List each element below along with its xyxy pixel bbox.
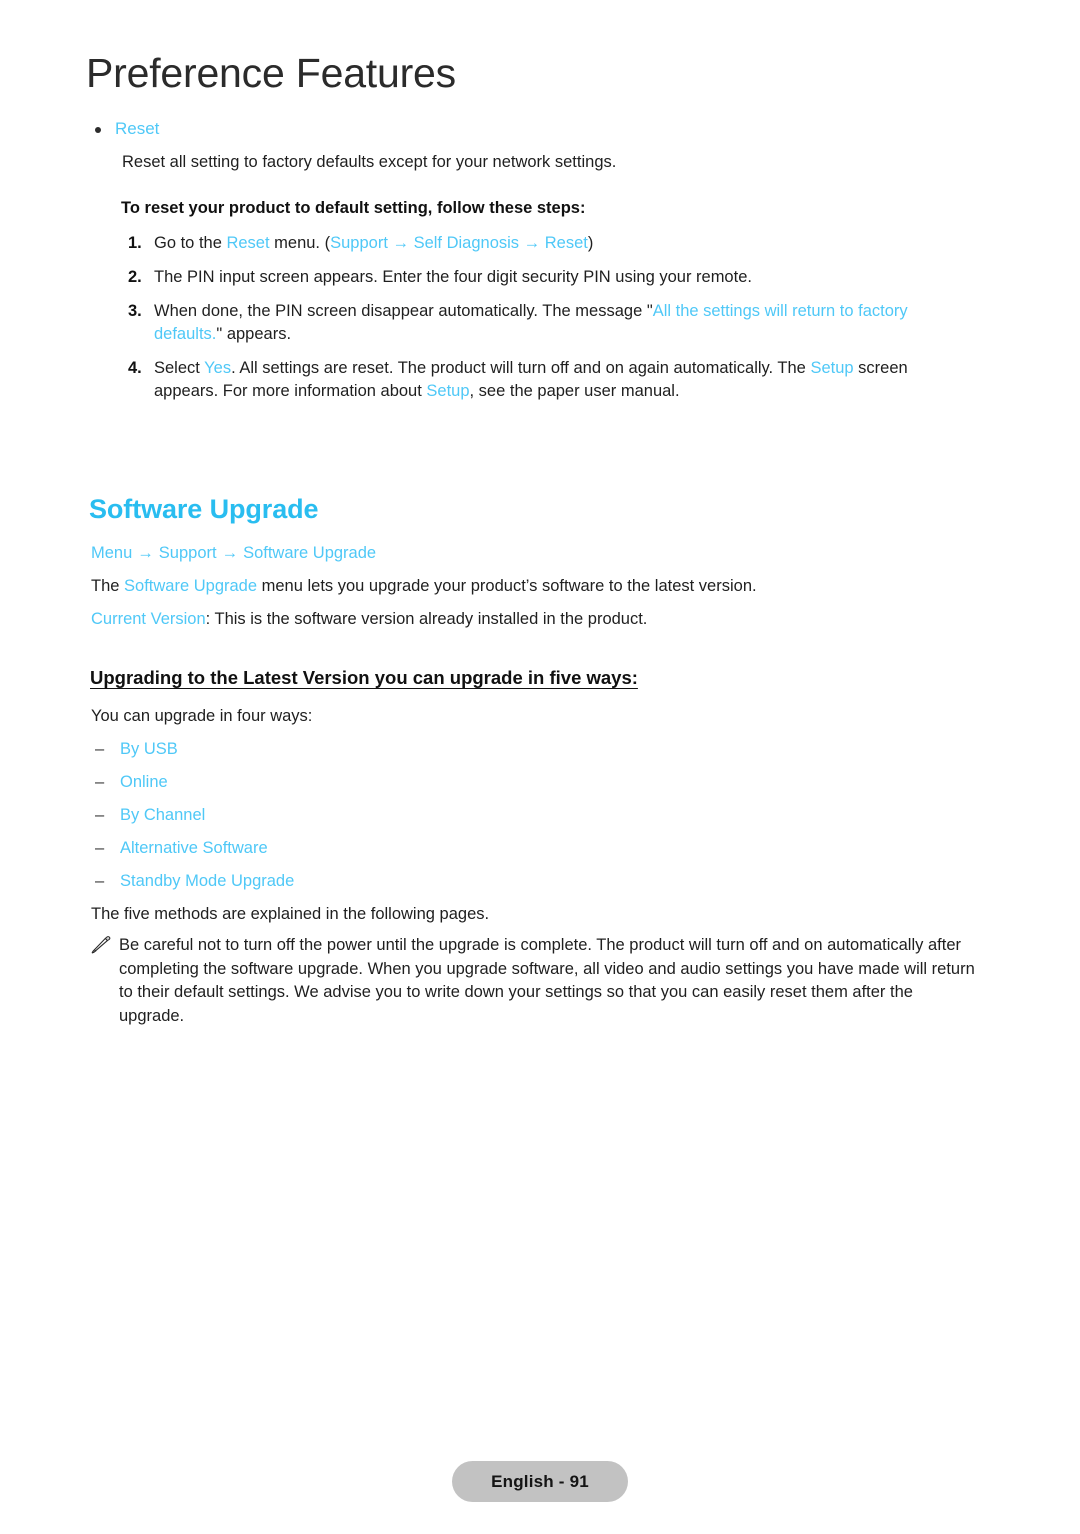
upgrade-method-item[interactable]: – By USB (95, 738, 595, 771)
reset-step-4-run-0: Select (154, 359, 205, 377)
reset-step-text: Go to the Reset menu. (Support → Self Di… (154, 232, 958, 255)
reset-step-3-run-2: " appears. (216, 325, 292, 343)
reset-step-4-run-5: Setup (426, 382, 470, 400)
breadcrumb-arrow-icon: → (221, 544, 239, 562)
reset-step-2-run-0: The PIN input screen appears. Enter the … (154, 268, 752, 286)
reset-step-1-run-6: → (519, 234, 545, 252)
breadcrumb-item[interactable]: Menu (91, 544, 132, 562)
reset-step: 2. The PIN input screen appears. Enter th… (128, 266, 958, 289)
upgrade-method-item[interactable]: – Online (95, 771, 595, 804)
reset-step-text: The PIN input screen appears. Enter the … (154, 266, 958, 289)
reset-step-1-run-7: Reset (544, 234, 588, 252)
reset-step-text: Select Yes. All settings are reset. The … (154, 357, 958, 403)
current-version-description: Current Version: This is the software ve… (91, 608, 971, 631)
upgrade-method-label: Online (120, 773, 168, 791)
software-upgrade-heading: Software Upgrade (89, 494, 319, 524)
upgrade-method-label: By Channel (120, 806, 206, 824)
reset-step-number: 3. (128, 302, 142, 320)
dash-marker-icon: – (95, 839, 105, 857)
dash-marker-icon: – (95, 806, 105, 824)
reset-description: Reset all setting to factory defaults ex… (122, 153, 617, 171)
su-intro-run-2: menu lets you upgrade your product’s sof… (257, 577, 757, 595)
upgrade-method-label: Alternative Software (120, 839, 268, 857)
su-intro-run-0: The (91, 577, 125, 595)
reset-step-1-run-4: → (387, 234, 414, 252)
reset-step: 3. When done, the PIN screen disappear au… (128, 300, 958, 346)
caution-note-text: Be careful not to turn off the power unt… (119, 936, 975, 1025)
software-upgrade-intro: The Software Upgrade menu lets you upgra… (91, 575, 971, 598)
su-version-run-1: : This is the software version already i… (205, 610, 648, 628)
dash-marker-icon: – (95, 740, 105, 758)
dash-marker-icon: – (95, 872, 105, 890)
breadcrumb-item[interactable]: Software Upgrade (243, 544, 376, 562)
reset-step-1-run-5: Self Diagnosis (413, 234, 520, 252)
reset-step-4-run-2: . All settings are reset. The product wi… (231, 359, 811, 377)
reset-step-4-run-3: Setup (810, 359, 854, 377)
reset-step-1-run-3: Support (330, 234, 388, 252)
reset-step-text: When done, the PIN screen disappear auto… (154, 300, 958, 346)
breadcrumb: Menu → Support → Software Upgrade (91, 542, 376, 564)
upgrade-methods-list: – By USB – Online – By Channel – Alternative So… (95, 738, 595, 903)
breadcrumb-item[interactable]: Support (159, 544, 217, 562)
reset-step-4-run-6: , see the paper user manual. (469, 382, 680, 400)
upgrade-method-item[interactable]: – By Channel (95, 804, 595, 837)
reset-step-4-run-1: Yes (204, 359, 232, 377)
page-number-badge: English - 91 (452, 1461, 628, 1502)
upgrade-method-item[interactable]: – Alternative Software (95, 837, 595, 870)
dash-marker-icon: – (95, 773, 105, 791)
reset-step-number: 4. (128, 359, 142, 377)
breadcrumb-arrow-icon: → (137, 544, 154, 562)
reset-step-number: 1. (128, 234, 142, 252)
reset-steps-list: 1. Go to the Reset menu. (Support → Self … (128, 232, 958, 414)
su-version-run-0: Current Version (91, 610, 206, 628)
upgrade-method-label: Standby Mode Upgrade (120, 872, 295, 890)
reset-bullet-item: Reset (95, 118, 159, 140)
su-intro-run-1: Software Upgrade (124, 577, 258, 595)
reset-step-1-run-2: menu. ( (269, 234, 331, 252)
reset-step-1-run-1: Reset (226, 234, 270, 252)
reset-steps-lead: To reset your product to default setting… (121, 199, 586, 217)
reset-bullet-label: Reset (115, 119, 160, 138)
ways-lead-text: You can upgrade in four ways: (91, 707, 313, 725)
caution-note: Be careful not to turn off the power unt… (91, 934, 981, 1028)
reset-step-1-run-8: ) (587, 234, 594, 252)
reset-step-1-run-0: Go to the (154, 234, 227, 252)
page-title: Preference Features (86, 50, 456, 96)
methods-explained-note: The five methods are explained in the fo… (91, 905, 490, 923)
upgrading-subheading: Upgrading to the Latest Version you can … (90, 667, 638, 688)
upgrade-method-label: By USB (120, 740, 178, 758)
reset-step-3-run-0: When done, the PIN screen disappear auto… (154, 302, 653, 320)
upgrade-method-item[interactable]: – Standby Mode Upgrade (95, 870, 595, 903)
reset-step: 1. Go to the Reset menu. (Support → Self … (128, 232, 958, 255)
reset-step: 4. Select Yes. All settings are reset. Th… (128, 357, 958, 403)
pencil-note-icon (91, 934, 119, 959)
bullet-dot-icon (95, 127, 101, 133)
reset-step-number: 2. (128, 268, 142, 286)
manual-page: Preference Features Reset Reset all sett… (0, 0, 1080, 1534)
